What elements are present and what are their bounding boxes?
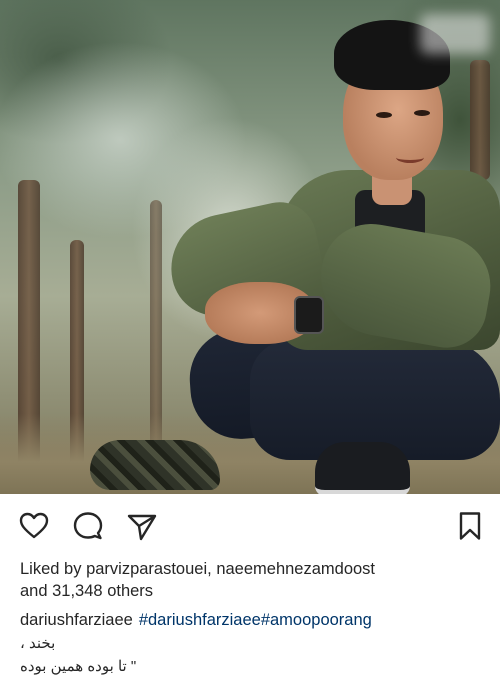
wristwatch — [294, 296, 324, 334]
likes-summary: Liked by parvizparastouei, naeemehnezamd… — [20, 558, 490, 602]
likes-others[interactable]: others — [107, 582, 153, 600]
comment-icon[interactable] — [72, 510, 104, 542]
paper-plane-icon[interactable] — [126, 511, 158, 543]
caption-username[interactable]: dariushfarziaee — [20, 611, 133, 629]
person-mouth — [396, 152, 424, 163]
hashtag-link[interactable]: #dariushfarziaee — [139, 611, 261, 629]
post-photo[interactable] — [0, 0, 500, 494]
bookmark-icon[interactable] — [454, 510, 486, 542]
likes-count[interactable]: 31,348 — [52, 582, 102, 600]
liker-username[interactable]: naeemehnezamdoost — [216, 560, 375, 578]
hashtag-link[interactable]: #amoopoorang — [261, 611, 372, 629]
caption-text-line: بخند ، — [20, 635, 56, 652]
blurred-watermark — [420, 14, 490, 54]
person-eye — [414, 110, 430, 116]
caption: dariushfarziaee #dariushfarziaee#amoopoor… — [20, 609, 490, 631]
tree-trunk — [470, 60, 490, 180]
person-eye — [376, 112, 392, 118]
likes-prefix: Liked by — [20, 560, 82, 578]
action-bar — [0, 494, 500, 554]
person-shoe — [90, 440, 220, 490]
person-shoe — [315, 442, 410, 494]
caption-text-line: " تا بوده همین بوده — [20, 658, 137, 675]
likes-and: and — [20, 582, 48, 600]
likes-separator: , — [207, 560, 217, 578]
liker-username[interactable]: parvizparastouei — [86, 560, 207, 578]
instagram-post: Liked by parvizparastouei, naeemehnezamd… — [0, 0, 500, 681]
heart-icon[interactable] — [18, 510, 50, 542]
